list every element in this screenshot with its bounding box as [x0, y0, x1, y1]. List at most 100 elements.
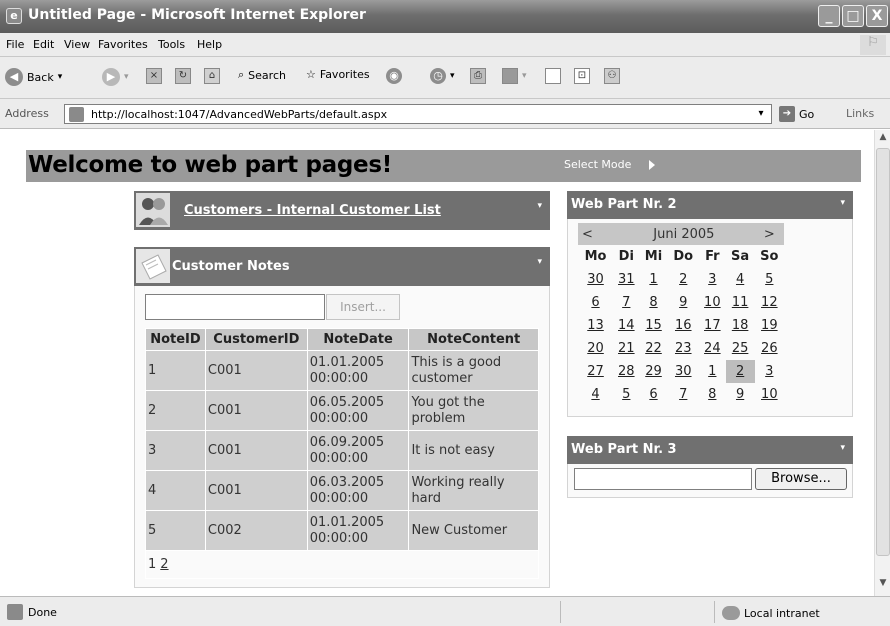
calendar-day-cell[interactable]: 22: [640, 337, 668, 360]
table-row[interactable]: 1 C001 01.01.2005 00:00:00 This is a goo…: [145, 350, 539, 391]
calendar-day-cell[interactable]: 4: [578, 383, 613, 406]
verbs-menu-icon[interactable]: ▾: [840, 198, 845, 208]
address-input[interactable]: http://localhost:1047/AdvancedWebParts/d…: [64, 104, 772, 124]
calendar-day-link[interactable]: 22: [645, 341, 662, 356]
calendar-day-link[interactable]: 1: [649, 272, 657, 287]
calendar-day-link[interactable]: 3: [708, 272, 716, 287]
calendar-day-cell[interactable]: 7: [667, 383, 699, 406]
calendar-day-link[interactable]: 24: [704, 341, 721, 356]
calendar-day-link[interactable]: 27: [587, 364, 604, 379]
history-dropdown-icon[interactable]: ▾: [450, 71, 455, 81]
menu-view[interactable]: View: [64, 38, 90, 51]
calendar-day-link[interactable]: 2: [679, 272, 687, 287]
table-row[interactable]: 2 C001 06.05.2005 00:00:00 You got the p…: [145, 390, 539, 431]
scroll-down-icon[interactable]: ▼: [876, 578, 890, 594]
calendar-day-link[interactable]: 23: [675, 341, 692, 356]
calendar-day-cell[interactable]: 23: [667, 337, 699, 360]
calendar-day-cell[interactable]: 14: [613, 314, 640, 337]
calendar-day-cell[interactable]: 16: [667, 314, 699, 337]
calendar-day-link[interactable]: 20: [587, 341, 604, 356]
calendar-day-cell[interactable]: 11: [726, 291, 755, 314]
calendar-day-cell[interactable]: 2: [667, 268, 699, 291]
calendar-day-cell[interactable]: 12: [755, 291, 784, 314]
calendar-day-link[interactable]: 4: [736, 272, 744, 287]
calendar-day-cell[interactable]: 30: [578, 268, 613, 291]
messenger-button[interactable]: ⚇: [604, 68, 620, 84]
forward-dropdown-icon[interactable]: ▾: [124, 72, 129, 82]
calendar-day-cell[interactable]: 9: [667, 291, 699, 314]
back-button[interactable]: ◀ Back ▾: [5, 68, 62, 86]
select-mode-menu[interactable]: Select Mode: [558, 150, 861, 182]
calendar-day-cell[interactable]: 10: [755, 383, 784, 406]
calendar-day-link[interactable]: 19: [761, 318, 778, 333]
calendar-day-cell[interactable]: 10: [699, 291, 726, 314]
calendar-day-link[interactable]: 4: [591, 387, 599, 402]
calendar-day-link[interactable]: 16: [675, 318, 692, 333]
close-button[interactable]: X: [866, 5, 888, 27]
verbs-menu-icon[interactable]: ▾: [537, 201, 542, 211]
print-button[interactable]: ⎙: [470, 68, 486, 84]
calendar-day-link[interactable]: 28: [618, 364, 635, 379]
verbs-menu-icon[interactable]: ▾: [840, 443, 845, 453]
links-button[interactable]: Links: [846, 107, 874, 120]
calendar-day-cell[interactable]: 9: [726, 383, 755, 406]
menu-help[interactable]: Help: [197, 38, 222, 51]
research-button[interactable]: ⊡: [574, 68, 590, 84]
minimize-button[interactable]: _: [818, 5, 840, 27]
stop-button[interactable]: ×: [146, 68, 162, 84]
scroll-thumb[interactable]: [876, 148, 890, 556]
calendar-day-link[interactable]: 5: [765, 272, 773, 287]
calendar-day-cell[interactable]: 5: [755, 268, 784, 291]
vertical-scrollbar[interactable]: ▲ ▼: [874, 130, 890, 596]
search-button[interactable]: ⌕ Search: [238, 68, 286, 82]
calendar-day-link[interactable]: 7: [622, 295, 630, 310]
calendar-day-link[interactable]: 8: [708, 387, 716, 402]
calendar-day-link[interactable]: 3: [765, 364, 773, 379]
calendar-day-link[interactable]: 10: [761, 387, 778, 402]
forward-button[interactable]: ▶ ▾: [102, 68, 129, 86]
refresh-button[interactable]: ↻: [175, 68, 191, 84]
calendar-day-cell[interactable]: 8: [640, 291, 668, 314]
verbs-menu-icon[interactable]: ▾: [537, 257, 542, 267]
calendar-day-cell[interactable]: 17: [699, 314, 726, 337]
calendar-day-link[interactable]: 7: [679, 387, 687, 402]
calendar-day-cell[interactable]: 8: [699, 383, 726, 406]
calendar-day-cell[interactable]: 5: [613, 383, 640, 406]
calendar-day-link[interactable]: 29: [645, 364, 662, 379]
calendar-day-link[interactable]: 26: [761, 341, 778, 356]
calendar-day-link[interactable]: 10: [704, 295, 721, 310]
calendar-day-link[interactable]: 14: [618, 318, 635, 333]
maximize-button[interactable]: □: [842, 5, 864, 27]
calendar-day-cell[interactable]: 29: [640, 360, 668, 383]
calendar-day-cell[interactable]: 4: [726, 268, 755, 291]
menu-favorites[interactable]: Favorites: [98, 38, 148, 51]
go-button[interactable]: ➔ Go: [779, 106, 814, 122]
calendar-day-cell[interactable]: 1: [640, 268, 668, 291]
calendar-day-cell[interactable]: 27: [578, 360, 613, 383]
history-button[interactable]: ◷ ▾: [430, 68, 455, 84]
calendar-day-cell[interactable]: 31: [613, 268, 640, 291]
menu-edit[interactable]: Edit: [33, 38, 54, 51]
calendar-day-link[interactable]: 21: [618, 341, 635, 356]
pager-link-page[interactable]: 2: [160, 557, 168, 572]
calendar-day-cell[interactable]: 28: [613, 360, 640, 383]
calendar-day-link[interactable]: 30: [675, 364, 692, 379]
calendar-day-cell[interactable]: 24: [699, 337, 726, 360]
calendar-day-link[interactable]: 15: [645, 318, 662, 333]
calendar-day-link[interactable]: 8: [649, 295, 657, 310]
calendar-day-link[interactable]: 12: [761, 295, 778, 310]
table-row[interactable]: 5 C002 01.01.2005 00:00:00 New Customer: [145, 510, 539, 551]
edit-dropdown-icon[interactable]: ▾: [522, 71, 527, 81]
calendar-day-link[interactable]: 11: [732, 295, 749, 310]
calendar-day-cell[interactable]: 1: [699, 360, 726, 383]
calendar-day-link[interactable]: 6: [649, 387, 657, 402]
table-row[interactable]: 3 C001 06.09.2005 00:00:00 It is not eas…: [145, 430, 539, 471]
calendar-day-cell[interactable]: 30: [667, 360, 699, 383]
calendar-next-link[interactable]: >: [754, 223, 784, 245]
calendar-day-cell[interactable]: 20: [578, 337, 613, 360]
media-button[interactable]: ◉: [386, 68, 402, 84]
calendar-prev-link[interactable]: <: [578, 223, 614, 245]
edit-button[interactable]: ▾: [502, 68, 527, 84]
table-row[interactable]: 4 C001 06.03.2005 00:00:00 Working reall…: [145, 470, 539, 511]
calendar-day-cell[interactable]: 13: [578, 314, 613, 337]
